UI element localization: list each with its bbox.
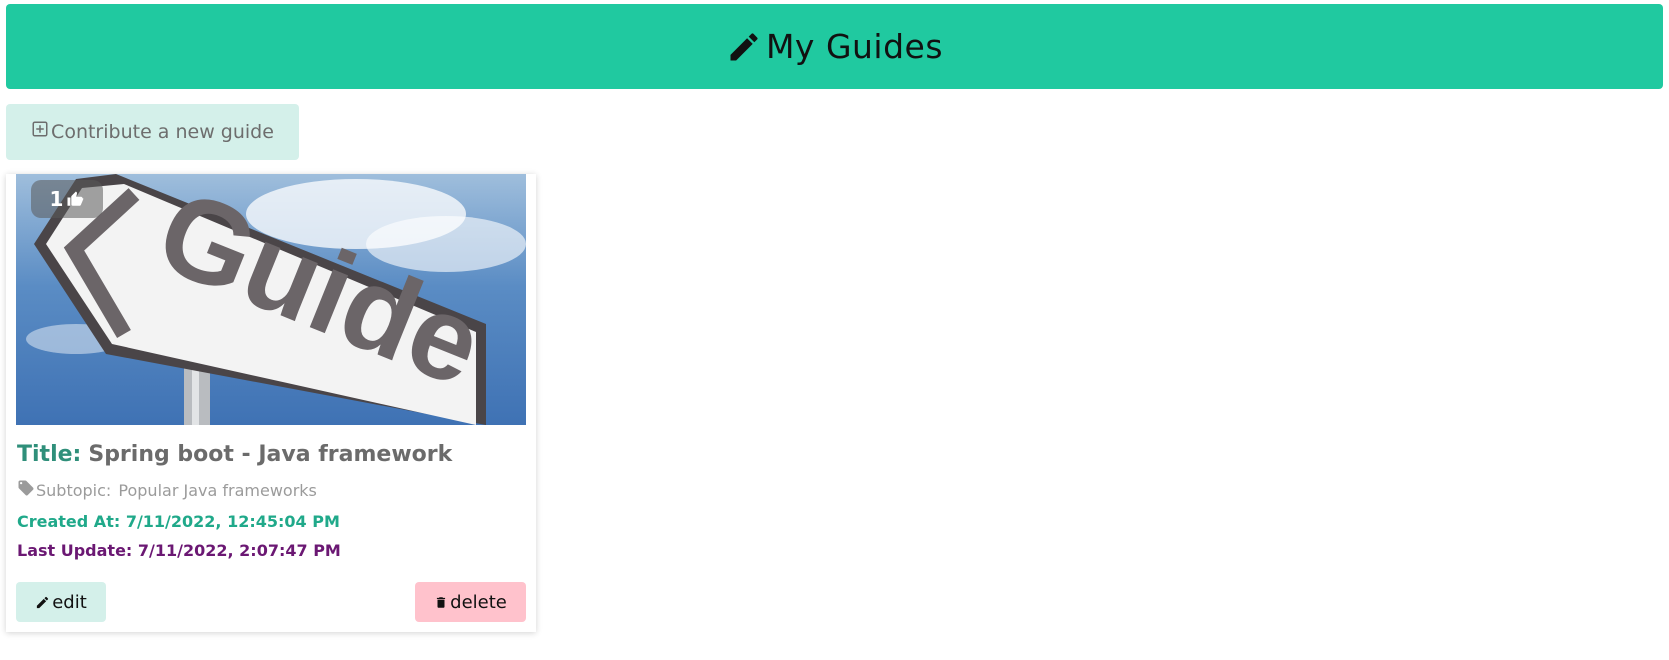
delete-label: delete [450, 591, 507, 613]
title-value: Spring boot - Java framework [88, 442, 453, 467]
updated-label: Last Update: [17, 541, 133, 560]
like-count: 1 [49, 187, 64, 211]
delete-button[interactable]: delete [415, 582, 526, 622]
page-header: My Guides [6, 4, 1663, 89]
trash-icon [437, 596, 446, 608]
like-button[interactable]: 1 [31, 180, 103, 218]
guide-image: Guide 1 [16, 174, 526, 425]
subtopic: Subtopic: Popular Java frameworks [17, 480, 317, 500]
edit-label: edit [52, 591, 87, 613]
page-title: My Guides [765, 27, 944, 66]
guide-card: Guide 1 Title: Spring boot - Java framew… [6, 174, 536, 632]
updated-value: 7/11/2022, 2:07:47 PM [137, 541, 341, 560]
subtopic-label: Subtopic: [36, 481, 112, 500]
edit-button[interactable]: edit [16, 582, 106, 622]
thumbs-up-icon [67, 191, 84, 206]
contribute-new-guide-button[interactable]: Contribute a new guide [6, 104, 299, 160]
title-key: Title [17, 442, 73, 467]
created-value: 7/11/2022, 12:45:04 PM [125, 512, 340, 531]
created-at: Created At: 7/11/2022, 12:45:04 PM [17, 512, 340, 531]
header-inner: My Guides [726, 27, 943, 66]
tag-icon [18, 480, 34, 495]
plus-square-icon [32, 121, 48, 137]
pencil-icon [37, 596, 49, 608]
pencil-icon [730, 32, 758, 60]
guide-title: Title: Spring boot - Java framework [17, 442, 452, 467]
contribute-label: Contribute a new guide [51, 121, 274, 143]
subtopic-value: Popular Java frameworks [118, 481, 317, 500]
last-update: Last Update: 7/11/2022, 2:07:47 PM [17, 541, 341, 560]
created-label: Created At: [17, 512, 121, 531]
title-separator: : [72, 442, 82, 467]
